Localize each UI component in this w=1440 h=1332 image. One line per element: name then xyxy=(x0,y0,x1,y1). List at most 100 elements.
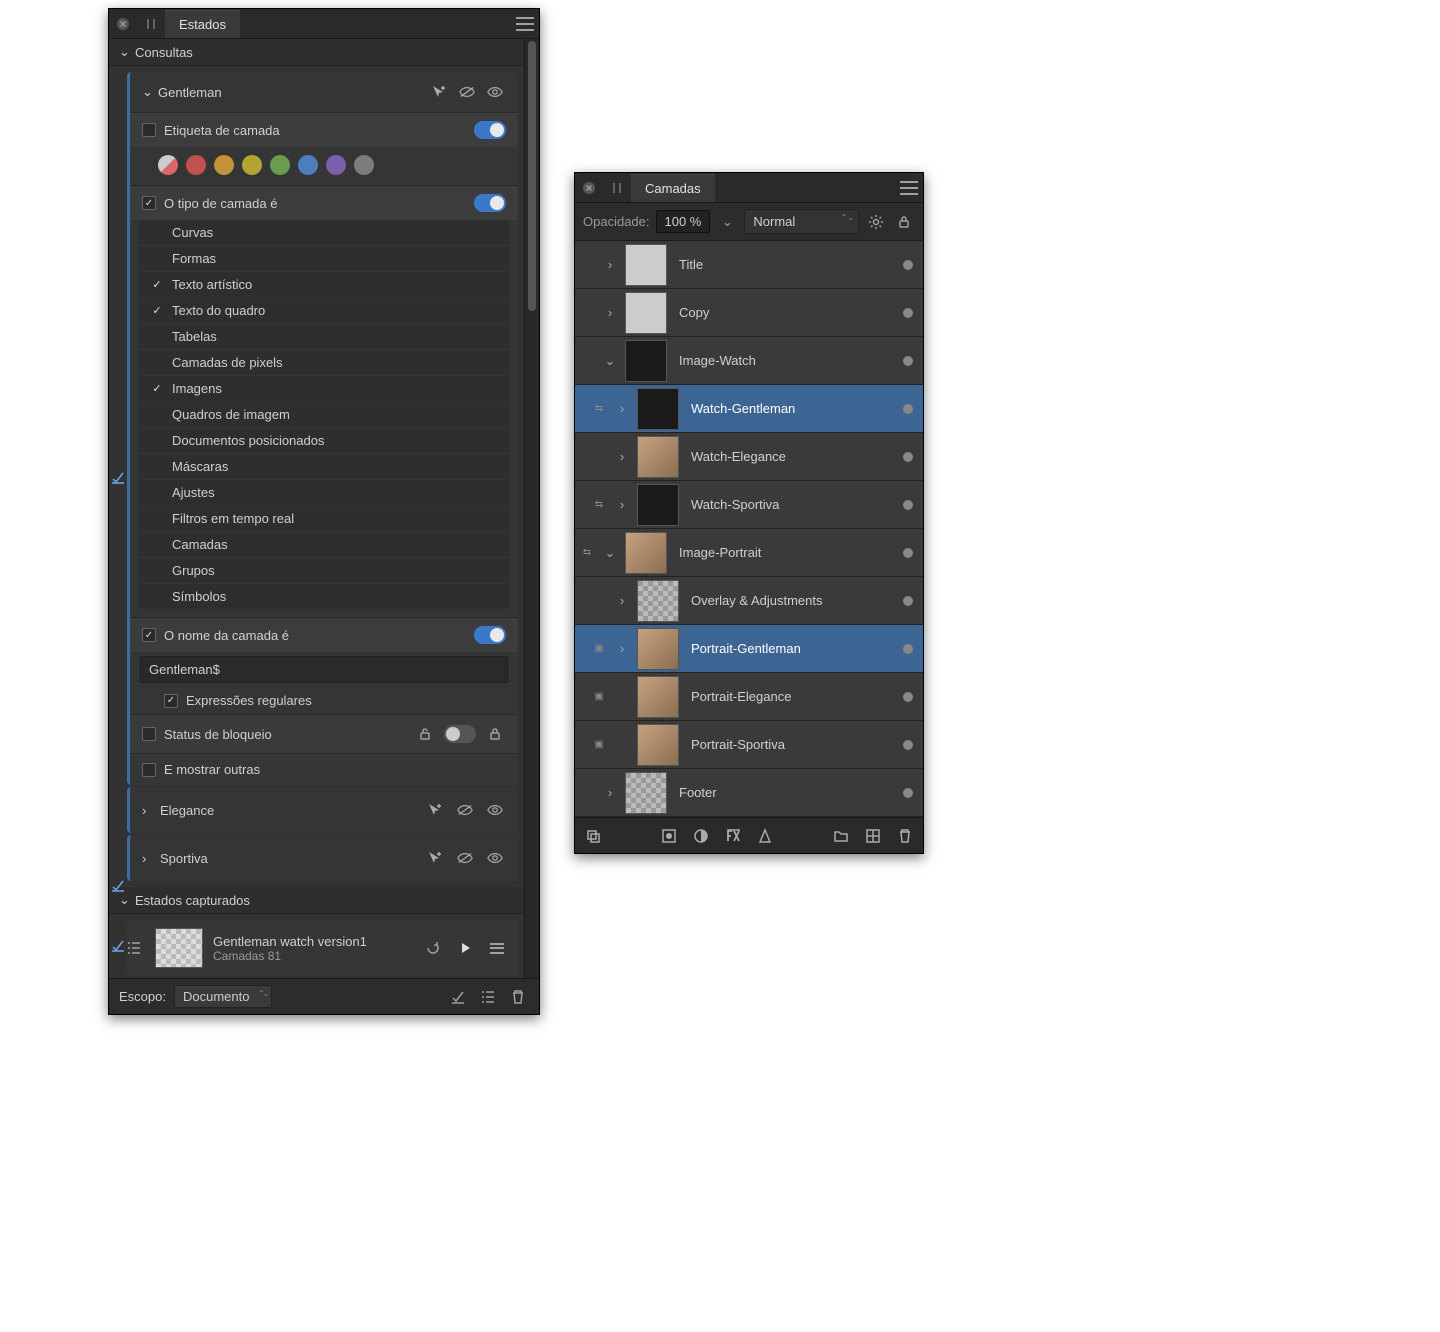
visibility-dot-icon[interactable] xyxy=(903,260,913,270)
list-icon[interactable] xyxy=(477,986,499,1008)
query-header-elegance[interactable]: › Elegance xyxy=(130,787,518,833)
chevron-right-icon[interactable]: › xyxy=(599,257,621,272)
eye-icon[interactable] xyxy=(484,847,506,869)
chevron-right-icon[interactable]: › xyxy=(599,305,621,320)
swatch-none[interactable] xyxy=(158,155,178,175)
layer-label-checkbox[interactable] xyxy=(142,123,156,137)
visibility-dot-icon[interactable] xyxy=(903,692,913,702)
lock-toggle[interactable] xyxy=(444,725,476,743)
scope-select[interactable]: Documento xyxy=(174,985,272,1008)
panel-menu-icon[interactable] xyxy=(515,14,535,34)
chevron-down-icon[interactable]: ⌄ xyxy=(599,545,621,561)
captured-section-header[interactable]: ⌄ Estados capturados xyxy=(109,887,524,914)
layer-row[interactable]: ▣›Portrait-Gentleman xyxy=(575,625,923,673)
arrow-add-icon[interactable] xyxy=(424,847,446,869)
type-item[interactable]: Curvas xyxy=(138,220,510,246)
visibility-dot-icon[interactable] xyxy=(903,404,913,414)
layer-row[interactable]: ⇆⌄Image-Portrait xyxy=(575,529,923,577)
opacity-dropdown-icon[interactable]: ⌄ xyxy=(716,211,738,233)
layers-tab[interactable]: Camadas xyxy=(631,174,715,202)
chevron-right-icon[interactable]: › xyxy=(611,449,633,464)
swatch-green[interactable] xyxy=(270,155,290,175)
type-item[interactable]: ✓Texto artístico xyxy=(138,272,510,298)
visibility-dot-icon[interactable] xyxy=(903,500,913,510)
layer-row[interactable]: ⇆›Watch-Sportiva xyxy=(575,481,923,529)
query-header-gentleman[interactable]: ⌄ Gentleman xyxy=(130,72,518,112)
visibility-dot-icon[interactable] xyxy=(903,308,913,318)
pause-icon[interactable] xyxy=(141,14,161,34)
visibility-dot-icon[interactable] xyxy=(903,740,913,750)
layer-type-toggle[interactable] xyxy=(474,194,506,212)
folder-icon[interactable] xyxy=(831,826,851,846)
swatch-red[interactable] xyxy=(186,155,206,175)
fx-icon[interactable] xyxy=(723,826,743,846)
layer-name-input[interactable] xyxy=(140,656,508,683)
captured-state-row[interactable]: Gentleman watch version1 Camadas 81 xyxy=(127,920,518,976)
visibility-dot-icon[interactable] xyxy=(903,548,913,558)
blend-mode-select[interactable]: Normal xyxy=(744,209,859,234)
chevron-right-icon[interactable]: › xyxy=(599,785,621,800)
layer-row[interactable]: ▣Portrait-Elegance xyxy=(575,673,923,721)
duplicate-icon[interactable] xyxy=(583,826,603,846)
type-item[interactable]: Grupos xyxy=(138,558,510,584)
visibility-off-icon[interactable] xyxy=(456,81,478,103)
layer-type-checkbox[interactable] xyxy=(142,196,156,210)
row-menu-icon[interactable] xyxy=(486,937,508,959)
chevron-right-icon[interactable]: › xyxy=(611,593,633,608)
type-item[interactable]: Camadas de pixels xyxy=(138,350,510,376)
regex-checkbox[interactable] xyxy=(164,694,178,708)
restore-icon[interactable] xyxy=(422,937,444,959)
lock-status-checkbox[interactable] xyxy=(142,727,156,741)
visibility-dot-icon[interactable] xyxy=(903,788,913,798)
type-item[interactable]: Símbolos xyxy=(138,584,510,609)
type-item[interactable]: ✓Texto do quadro xyxy=(138,298,510,324)
visibility-dot-icon[interactable] xyxy=(903,644,913,654)
query-header-sportiva[interactable]: › Sportiva xyxy=(130,835,518,881)
trash-icon[interactable] xyxy=(507,986,529,1008)
chevron-right-icon[interactable]: › xyxy=(611,641,633,656)
chevron-right-icon[interactable]: › xyxy=(611,401,633,416)
chevron-right-icon[interactable]: › xyxy=(611,497,633,512)
adjustment-icon[interactable] xyxy=(691,826,711,846)
swatch-gray[interactable] xyxy=(354,155,374,175)
type-item[interactable]: Tabelas xyxy=(138,324,510,350)
layer-row[interactable]: ›Copy xyxy=(575,289,923,337)
type-item[interactable]: Quadros de imagem xyxy=(138,402,510,428)
swatch-purple[interactable] xyxy=(326,155,346,175)
eye-icon[interactable] xyxy=(484,81,506,103)
visibility-dot-icon[interactable] xyxy=(903,596,913,606)
grid-icon[interactable] xyxy=(863,826,883,846)
type-item[interactable]: Ajustes xyxy=(138,480,510,506)
layer-row[interactable]: ⌄Image-Watch xyxy=(575,337,923,385)
unlock-icon[interactable] xyxy=(414,723,436,745)
apply-all-icon[interactable] xyxy=(447,986,469,1008)
arrow-add-icon[interactable] xyxy=(424,799,446,821)
type-item[interactable]: Formas xyxy=(138,246,510,272)
play-icon[interactable] xyxy=(454,937,476,959)
states-tab[interactable]: Estados xyxy=(165,10,240,38)
visibility-dot-icon[interactable] xyxy=(903,452,913,462)
close-icon[interactable] xyxy=(113,14,133,34)
layer-row[interactable]: ›Footer xyxy=(575,769,923,817)
type-item[interactable]: Máscaras xyxy=(138,454,510,480)
layer-row[interactable]: ›Title xyxy=(575,241,923,289)
lock-icon[interactable] xyxy=(893,211,915,233)
visibility-off-icon[interactable] xyxy=(454,847,476,869)
layer-name-toggle[interactable] xyxy=(474,626,506,644)
scrollbar[interactable] xyxy=(524,39,539,978)
gear-icon[interactable] xyxy=(865,211,887,233)
type-item[interactable]: ✓Imagens xyxy=(138,376,510,402)
panel-menu-icon[interactable] xyxy=(899,178,919,198)
queries-section-header[interactable]: ⌄ Consultas xyxy=(109,39,524,66)
swatch-yellow[interactable] xyxy=(242,155,262,175)
visibility-dot-icon[interactable] xyxy=(903,356,913,366)
layer-row[interactable]: ⇆›Watch-Gentleman xyxy=(575,385,923,433)
layer-name-checkbox[interactable] xyxy=(142,628,156,642)
scrollbar-thumb[interactable] xyxy=(528,41,536,311)
visibility-off-icon[interactable] xyxy=(454,799,476,821)
trash-icon[interactable] xyxy=(895,826,915,846)
show-others-checkbox[interactable] xyxy=(142,763,156,777)
type-item[interactable]: Filtros em tempo real xyxy=(138,506,510,532)
close-icon[interactable] xyxy=(579,178,599,198)
list-view-icon[interactable] xyxy=(123,937,145,959)
